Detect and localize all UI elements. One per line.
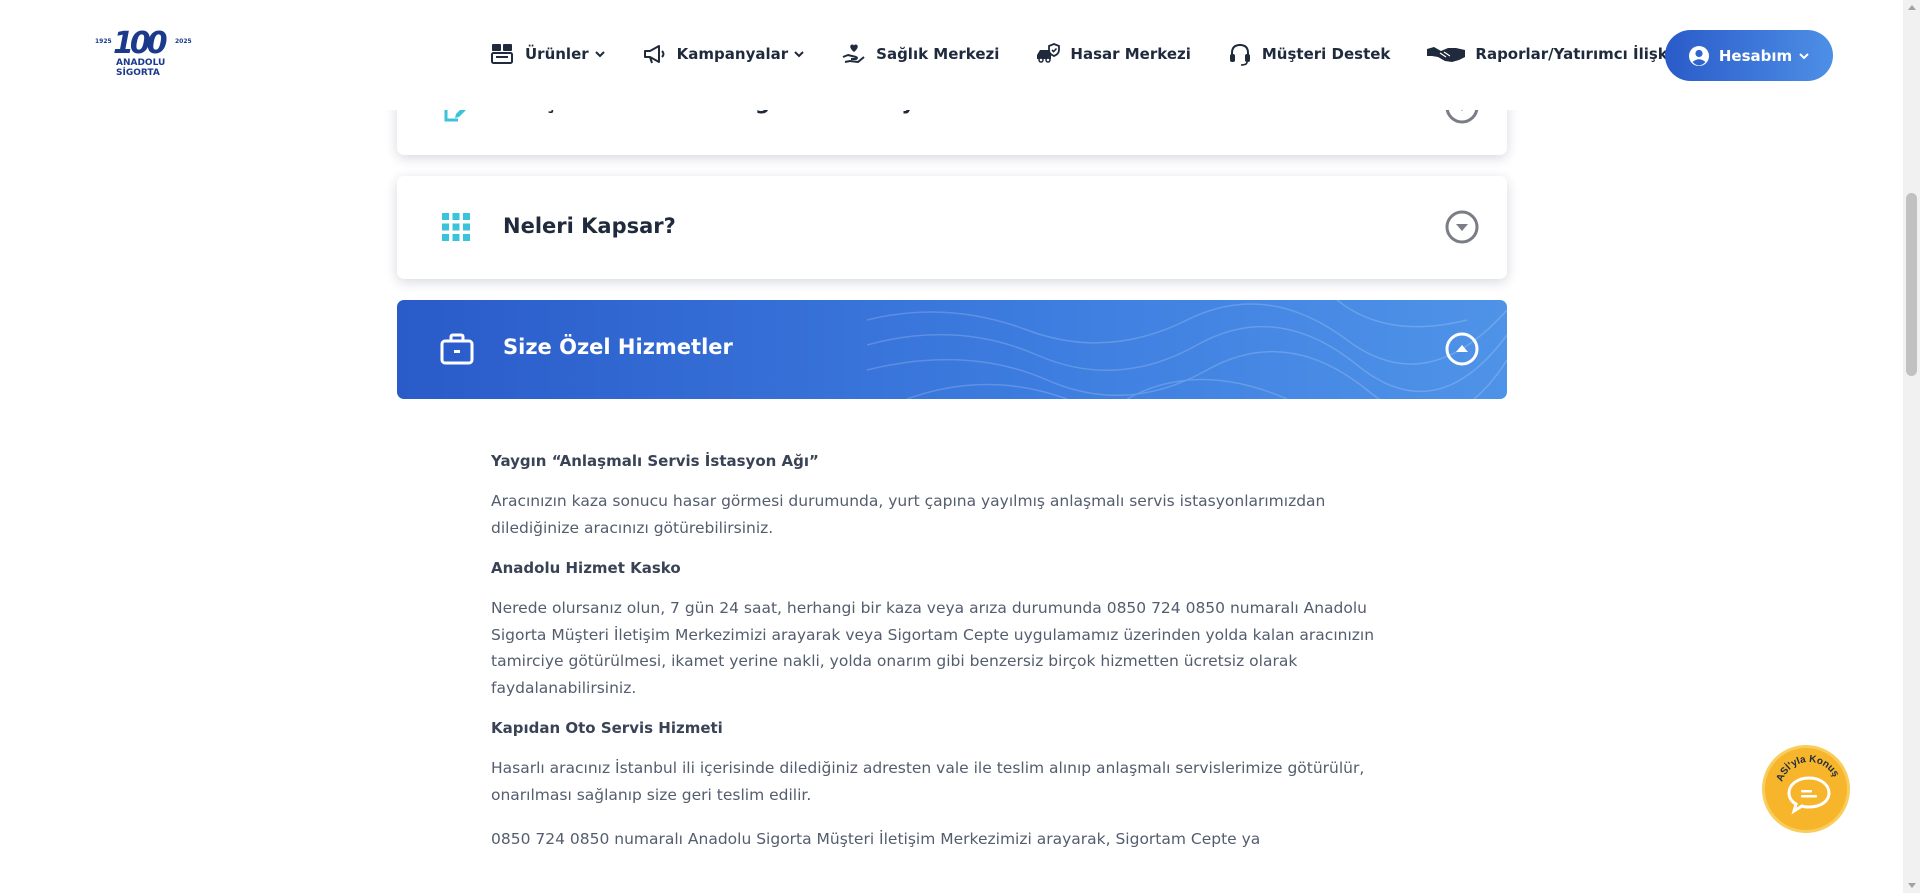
site-header: 1925 100 2025 ANADOLU SİGORTA Ürünler Ka… (0, 0, 1903, 110)
brand-logo[interactable]: 1925 100 2025 ANADOLU SİGORTA (95, 26, 195, 78)
accordion-coverage[interactable]: Neleri Kapsar? (397, 176, 1507, 279)
nav-item-label: Hasar Merkezi (1070, 45, 1191, 63)
health-hand-icon (842, 44, 865, 63)
special-services-content: Yaygın “Anlaşmalı Servis İstasyon Ağı” A… (491, 452, 1381, 871)
account-button[interactable]: Hesabım (1665, 30, 1833, 81)
chat-bubble-icon: ASİ'yla Konuş (1775, 754, 1841, 815)
accordion-title: Size Özel Hizmetler (503, 335, 733, 359)
chevron-down-icon (1799, 52, 1809, 59)
scroll-up-arrow-icon[interactable] (1908, 5, 1916, 10)
section-text: Hasarlı aracınız İstanbul ili içerisinde… (491, 759, 1365, 804)
decorative-waves (867, 300, 1507, 399)
nav-item-label: Müşteri Destek (1261, 45, 1391, 63)
nav-item-products[interactable]: Ürünler (490, 41, 606, 67)
logo-anniversary: 100 (113, 26, 168, 61)
section-heading: Yaygın “Anlaşmalı Servis İstasyon Ağı” (491, 452, 819, 470)
nav-item-label: Kampanyalar (676, 45, 789, 63)
page-scrollbar[interactable] (1903, 0, 1920, 893)
nav-item-campaigns[interactable]: Kampanyalar (642, 41, 805, 67)
grid-icon (442, 213, 470, 241)
account-label: Hesabım (1718, 46, 1793, 65)
accordion-title: Neleri Kapsar? (503, 214, 676, 238)
car-shield-icon (1037, 43, 1061, 63)
chevron-circle-down-icon[interactable] (1445, 210, 1479, 244)
megaphone-icon (643, 45, 665, 64)
headset-icon (1229, 43, 1250, 66)
nav-item-customer-support[interactable]: Müşteri Destek (1227, 41, 1391, 67)
chevron-down-icon (794, 51, 804, 58)
accordion-special-services[interactable]: Size Özel Hizmetler (397, 300, 1507, 399)
scrollbar-thumb[interactable] (1906, 193, 1917, 376)
logo-name-line2: SİGORTA (116, 68, 160, 78)
logo-name-line1: ANADOLU (116, 58, 166, 68)
chevron-circle-up-icon[interactable] (1445, 332, 1479, 366)
logo-name: ANADOLU SİGORTA (116, 58, 165, 78)
logo-year-end: 2025 (175, 38, 192, 45)
scroll-down-arrow-icon[interactable] (1908, 883, 1916, 888)
chevron-down-icon (594, 51, 605, 58)
nav-item-investor-relations[interactable]: Raporlar/Yatırımcı İlişkileri (1426, 41, 1701, 67)
section-text: Nerede olursanız olun, 7 gün 24 saat, he… (491, 599, 1375, 697)
nav-item-label: Ürünler (525, 45, 589, 63)
user-avatar-icon (1688, 45, 1709, 66)
section-heading: Anadolu Hizmet Kasko (491, 559, 681, 577)
nav-item-health-center[interactable]: Sağlık Merkezi (841, 41, 999, 67)
nav-item-claims-center[interactable]: Hasar Merkezi (1035, 41, 1191, 67)
handshake-icon (1427, 47, 1466, 62)
section-text: Aracınızın kaza sonucu hasar görmesi dur… (491, 492, 1326, 537)
logo-year-start: 1925 (95, 38, 112, 45)
nav-item-label: Sağlık Merkezi (876, 45, 1000, 63)
section-text: 0850 724 0850 numaralı Anadolu Sigorta M… (491, 830, 1261, 848)
briefcase-icon (440, 333, 474, 365)
products-icon (491, 44, 513, 64)
chat-assistant-button[interactable]: ASİ'yla Konuş (1762, 745, 1850, 833)
main-nav: Ürünler Kampanyalar Sağlık Merkezi Hasar… (490, 32, 1737, 76)
section-heading: Kapıdan Oto Servis Hizmeti (491, 719, 723, 737)
